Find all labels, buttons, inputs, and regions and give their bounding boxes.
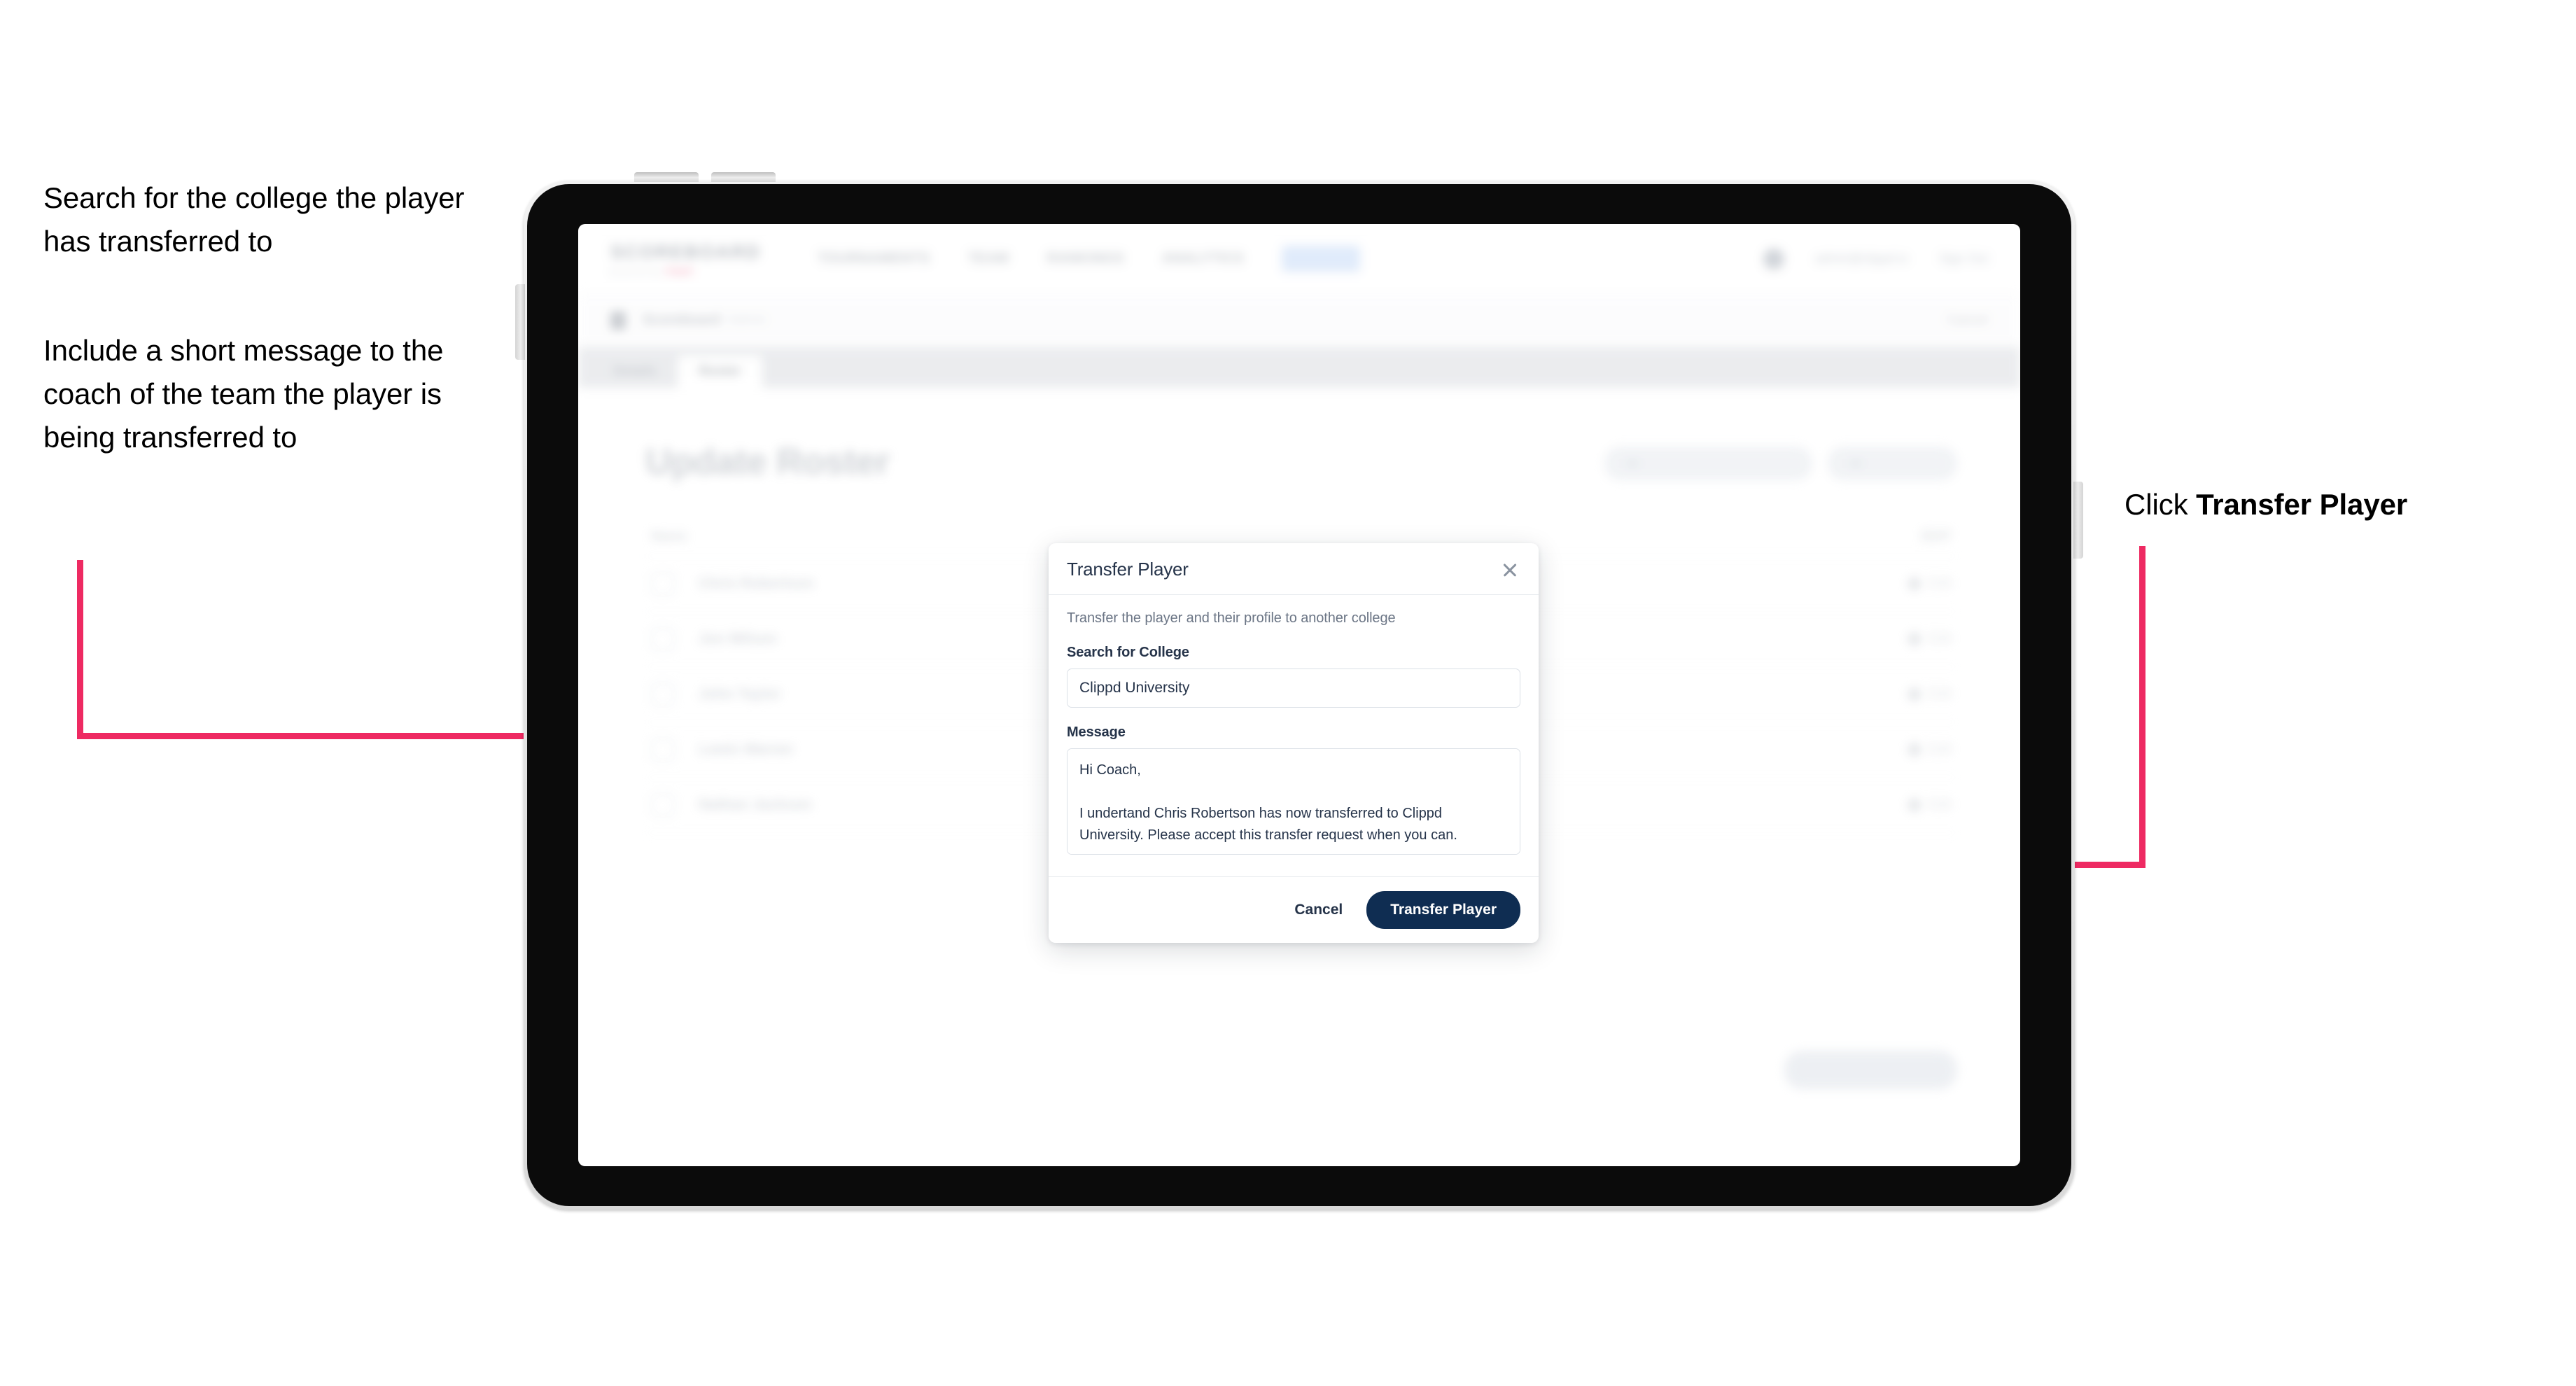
- modal-header: Transfer Player: [1049, 543, 1539, 595]
- tablet-screen: SCOREBOARD powered by clippd TOURNAMENTS…: [578, 224, 2020, 1166]
- close-icon[interactable]: [1499, 559, 1520, 580]
- tablet-device-frame: SCOREBOARD powered by clippd TOURNAMENTS…: [515, 172, 2083, 1210]
- modal-description: Transfer the player and their profile to…: [1067, 610, 1396, 626]
- annotation-text-search-college: Search for the college the player has tr…: [43, 181, 465, 258]
- annotation-arrow-left-vertical: [77, 560, 83, 739]
- volume-up-button[interactable]: [634, 172, 699, 182]
- annotation-right-prefix: Click: [2124, 488, 2197, 521]
- modal-title: Transfer Player: [1067, 559, 1189, 580]
- message-label: Message: [1067, 724, 1126, 740]
- modal-body: Transfer the player and their profile to…: [1049, 595, 1539, 876]
- annotation-text-include-message: Include a short message to the coach of …: [43, 334, 444, 454]
- side-button[interactable]: [2073, 482, 2083, 559]
- search-college-input[interactable]: [1067, 668, 1520, 708]
- annotation-right-bold: Transfer Player: [2196, 488, 2408, 521]
- transfer-player-button[interactable]: Transfer Player: [1366, 891, 1520, 929]
- annotation-arrow-right-vertical: [2139, 546, 2146, 868]
- modal-footer: Cancel Transfer Player: [1049, 876, 1539, 943]
- cancel-button[interactable]: Cancel: [1276, 892, 1361, 928]
- annotation-text-click-transfer: Click Transfer Player: [2124, 483, 2544, 526]
- message-textarea[interactable]: [1067, 748, 1520, 855]
- transfer-player-modal: Transfer Player Transfer the player and …: [1049, 543, 1539, 943]
- volume-down-button[interactable]: [711, 172, 776, 182]
- search-college-label: Search for College: [1067, 645, 1189, 660]
- power-button[interactable]: [515, 284, 525, 360]
